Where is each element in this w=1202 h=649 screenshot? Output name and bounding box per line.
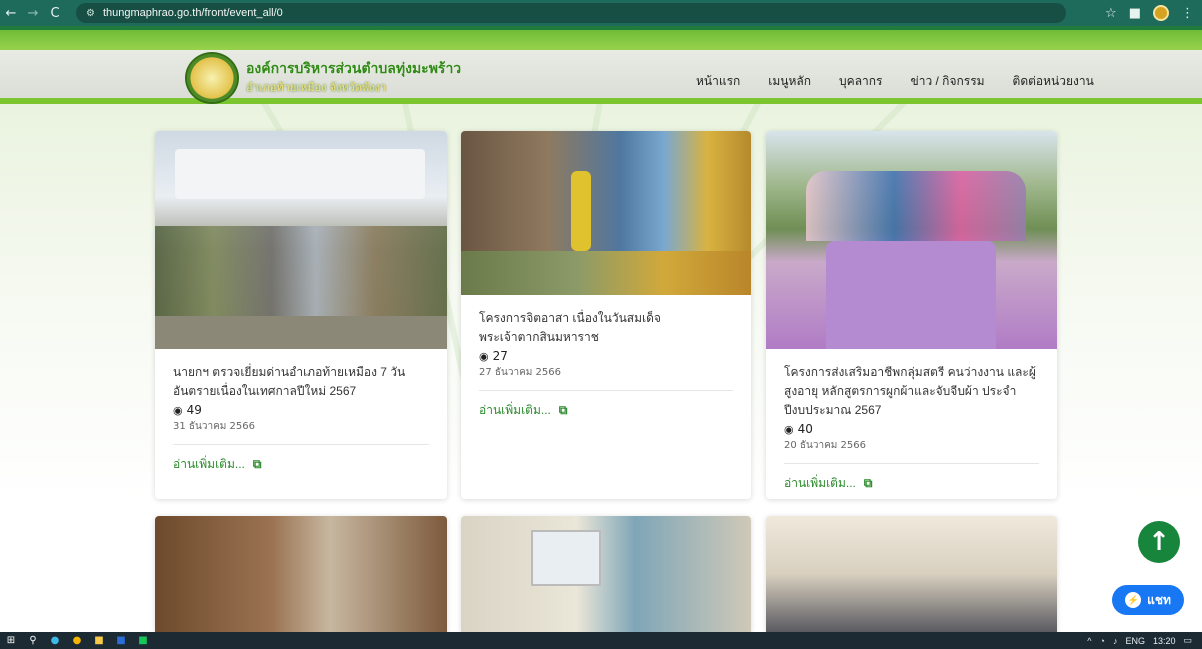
event-title[interactable]: โครงการจิตอาสา เนื่องในวันสมเด็จพระเจ้าต… — [479, 309, 733, 347]
external-link-icon: ⧉ — [863, 476, 873, 490]
messenger-icon: ⚡ — [1125, 592, 1142, 608]
reload-icon: C — [50, 5, 60, 21]
scroll-top-button[interactable]: ↑ — [1138, 521, 1180, 563]
external-link-icon: ⧉ — [252, 457, 262, 471]
profile-avatar[interactable] — [1153, 5, 1169, 21]
view-count: ◉ 27 — [479, 349, 508, 363]
event-date: 27 ธันวาคม 2566 — [479, 365, 733, 391]
event-card[interactable] — [461, 516, 751, 632]
line-app-icon[interactable]: ■ — [132, 632, 154, 649]
event-photo[interactable] — [461, 516, 751, 632]
chat-button[interactable]: ⚡ แชท — [1112, 585, 1184, 615]
event-photo[interactable] — [766, 516, 1057, 632]
event-card[interactable]: นายกฯ ตรวจเยี่ยมด่านอำเภอท้ายเหมือง 7 วั… — [155, 131, 447, 499]
chrome-icon[interactable]: ● — [66, 632, 88, 649]
wifi-icon[interactable]: ◔ — [1100, 636, 1105, 646]
windows-start-icon[interactable]: ⊞ — [0, 632, 22, 649]
language-indicator[interactable]: ENG — [1125, 636, 1145, 646]
event-photo[interactable] — [155, 516, 447, 632]
view-count: ◉ 40 — [784, 422, 813, 436]
site-info-icon[interactable]: ⚙ — [86, 8, 95, 19]
arrow-up-icon: ↑ — [1148, 527, 1170, 557]
event-photo[interactable] — [155, 131, 447, 349]
eye-icon: ◉ — [173, 403, 183, 417]
forward-button[interactable]: → — [22, 0, 44, 26]
back-button[interactable]: ← — [0, 0, 22, 26]
arrow-left-icon: ← — [5, 5, 17, 21]
edge-icon[interactable]: ● — [44, 632, 66, 649]
star-icon[interactable]: ☆ — [1105, 6, 1117, 21]
header-top-band — [0, 30, 1202, 50]
event-title[interactable]: โครงการส่งเสริมอาชีพกลุ่มสตรี คนว่างงาน … — [784, 363, 1039, 420]
event-card[interactable] — [766, 516, 1057, 632]
event-photo[interactable] — [766, 131, 1057, 349]
os-taskbar: ⊞ ⚲ ● ● ■ ■ ■ ^ ◔ ♪ ENG 13:20 ▭ — [0, 632, 1202, 649]
read-more-link[interactable]: อ่านเพิ่มเติม... ⧉ — [173, 455, 429, 474]
event-title[interactable]: นายกฯ ตรวจเยี่ยมด่านอำเภอท้ายเหมือง 7 วั… — [173, 363, 429, 401]
chevron-up-icon[interactable]: ^ — [1087, 636, 1091, 646]
menu-contact[interactable]: ติดต่อหน่วยงาน — [1013, 72, 1094, 91]
menu-main[interactable]: เมนูหลัก — [768, 72, 811, 91]
event-card[interactable]: โครงการจิตอาสา เนื่องในวันสมเด็จพระเจ้าต… — [461, 131, 751, 499]
file-explorer-icon[interactable]: ■ — [88, 632, 110, 649]
event-date: 31 ธันวาคม 2566 — [173, 419, 429, 445]
external-link-icon: ⧉ — [558, 403, 568, 417]
event-card[interactable] — [155, 516, 447, 632]
menu-news[interactable]: ข่าว / กิจกรรม — [911, 72, 985, 91]
arrow-right-icon: → — [27, 5, 39, 21]
read-more-link[interactable]: อ่านเพิ่มเติม... ⧉ — [479, 401, 733, 420]
notification-icon[interactable]: ▭ — [1183, 635, 1192, 646]
eye-icon: ◉ — [784, 422, 794, 436]
search-icon[interactable]: ⚲ — [22, 632, 44, 649]
event-date: 20 ธันวาคม 2566 — [784, 438, 1039, 464]
menu-dots-icon[interactable]: ⋮ — [1181, 6, 1194, 21]
eye-icon: ◉ — [479, 349, 489, 363]
view-count: ◉ 49 — [173, 403, 202, 417]
address-bar[interactable]: ⚙ thungmaphrao.go.th/front/event_all/0 — [76, 3, 1066, 23]
menu-home[interactable]: หน้าแรก — [696, 72, 740, 91]
read-more-link[interactable]: อ่านเพิ่มเติม... ⧉ — [784, 474, 1039, 493]
reload-button[interactable]: C — [44, 0, 66, 26]
clock[interactable]: 13:20 — [1153, 636, 1176, 646]
browser-toolbar: ← → C ⚙ thungmaphrao.go.th/front/event_a… — [0, 0, 1202, 26]
word-icon[interactable]: ■ — [110, 632, 132, 649]
volume-icon[interactable]: ♪ — [1113, 636, 1118, 646]
side-panel-icon[interactable]: ■ — [1129, 6, 1141, 21]
event-photo[interactable] — [461, 131, 751, 295]
main-menu: หน้าแรก เมนูหลัก บุคลากร ข่าว / กิจกรรม … — [696, 72, 1094, 91]
org-logo[interactable] — [185, 52, 239, 104]
menu-personnel[interactable]: บุคลากร — [839, 72, 882, 91]
org-subtitle: อำเภอท้ายเหมือง จังหวัดพังงา — [246, 82, 387, 94]
event-card[interactable]: โครงการส่งเสริมอาชีพกลุ่มสตรี คนว่างงาน … — [766, 131, 1057, 499]
org-name: องค์การบริหารส่วนตำบลทุ่งมะพร้าว — [246, 60, 462, 76]
url-text: thungmaphrao.go.th/front/event_all/0 — [102, 7, 283, 19]
